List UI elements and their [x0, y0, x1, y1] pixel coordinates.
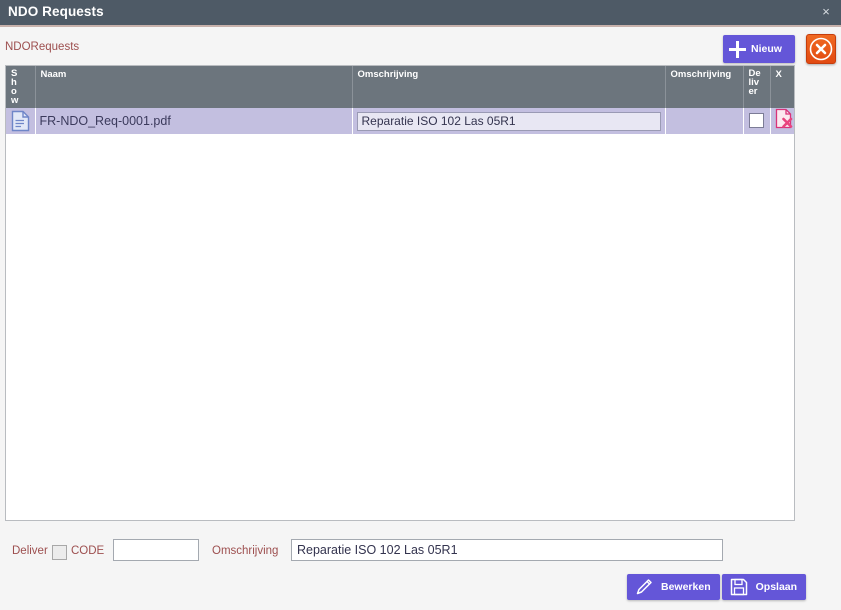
- breadcrumb: NDORequests: [5, 41, 80, 53]
- floppy-disk-icon: [730, 578, 747, 596]
- grid-header-row: Show Naam Omschrijving Omschrijving De li…: [6, 66, 794, 108]
- requests-grid-panel: Show Naam Omschrijving Omschrijving De li…: [5, 65, 795, 521]
- edit-button[interactable]: Bewerken: [627, 574, 720, 600]
- column-header-show[interactable]: Show: [6, 66, 36, 108]
- omschrijving-grid-input[interactable]: [356, 111, 661, 131]
- plus-icon: [729, 40, 746, 58]
- cell-delete[interactable]: [770, 108, 794, 134]
- column-header-omschrijving-2-label: Omschrijving: [670, 69, 732, 80]
- deliver-row-checkbox[interactable]: [749, 113, 764, 129]
- column-header-naam-label: Naam: [40, 69, 67, 80]
- column-header-omschrijving-label: Omschrijving: [357, 69, 419, 80]
- column-header-naam[interactable]: Naam: [35, 66, 353, 108]
- close-panel-button[interactable]: [806, 34, 836, 64]
- cell-show[interactable]: [6, 108, 36, 134]
- code-input[interactable]: [113, 539, 199, 561]
- ndo-requests-window: NDO Requests × NDORequests Nieuw Show Na…: [0, 0, 841, 610]
- grid-header: Show Naam Omschrijving Omschrijving De li…: [6, 66, 794, 108]
- document-delete-icon: [775, 108, 792, 129]
- column-header-deliver-label: De liv er: [748, 68, 761, 97]
- window-close-icon[interactable]: ×: [818, 4, 834, 20]
- omschrijving-label: Omschrijving: [212, 545, 279, 557]
- bottom-form: Deliver CODE Omschrijving: [0, 538, 841, 568]
- toolbar: NDORequests: [0, 27, 841, 64]
- edit-button-label: Bewerken: [661, 581, 711, 593]
- column-header-x[interactable]: X: [770, 66, 794, 108]
- new-button[interactable]: Nieuw: [723, 35, 795, 63]
- window-title: NDO Requests: [8, 4, 104, 19]
- save-button-label: Opslaan: [755, 581, 798, 593]
- table-row[interactable]: FR-NDO_Req-0001.pdf: [6, 108, 794, 134]
- omschrijving-input[interactable]: [291, 539, 723, 561]
- file-name-label: FR-NDO_Req-0001.pdf: [39, 114, 171, 128]
- pencil-icon: [636, 579, 652, 595]
- code-label: CODE: [71, 545, 105, 557]
- column-header-omschrijving[interactable]: Omschrijving: [352, 66, 666, 108]
- deliver-checkbox[interactable]: [52, 545, 67, 560]
- column-header-deliver[interactable]: De liv er: [743, 66, 771, 108]
- grid-body: FR-NDO_Req-0001.pdf: [6, 108, 794, 134]
- column-header-omschrijving-2[interactable]: Omschrijving: [665, 66, 744, 108]
- cell-deliver[interactable]: [743, 108, 771, 134]
- new-button-label: Nieuw: [751, 43, 782, 55]
- document-icon: [11, 110, 29, 132]
- close-circle-icon: [809, 37, 833, 61]
- column-header-x-label: X: [775, 69, 782, 80]
- deliver-label: Deliver: [12, 545, 48, 557]
- requests-grid: Show Naam Omschrijving Omschrijving De li…: [6, 66, 794, 134]
- action-bar: Bewerken Opslaan: [627, 574, 807, 600]
- save-button[interactable]: Opslaan: [721, 574, 807, 600]
- cell-omschrijving[interactable]: [352, 108, 666, 134]
- cell-naam[interactable]: FR-NDO_Req-0001.pdf: [35, 108, 353, 134]
- window-titlebar: NDO Requests ×: [0, 0, 841, 27]
- column-header-show-label: Show: [11, 68, 19, 106]
- cell-omschrijving-2[interactable]: [665, 108, 744, 134]
